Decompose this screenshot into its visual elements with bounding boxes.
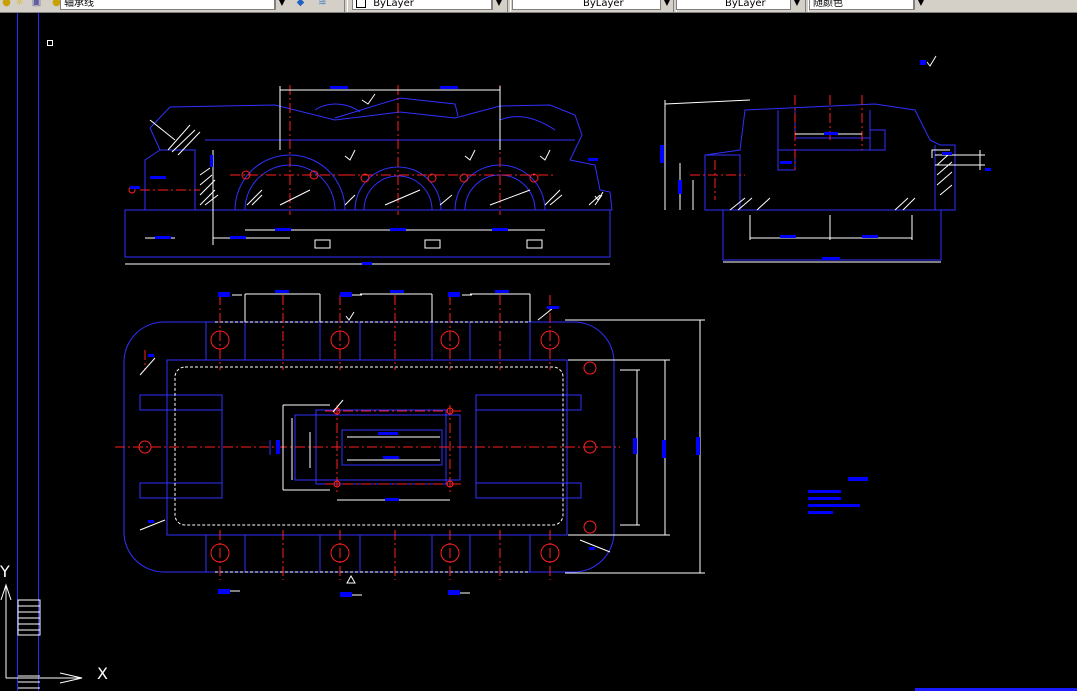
plotstyle-value: 随颜色: [813, 0, 843, 9]
side-view-dimensions: [664, 55, 985, 263]
color-value: ByLayer: [373, 0, 414, 9]
lineweight-select[interactable]: ByLayer: [676, 0, 791, 10]
ucs-x-label: X: [97, 664, 108, 683]
linetype-dropdown-arrow[interactable]: ▼: [660, 0, 673, 10]
linetype-value: ByLayer: [583, 0, 624, 9]
top-view-dimensions: [139, 293, 705, 596]
lightbulb-icon[interactable]: ●: [0, 0, 13, 9]
side-view-hatch: [729, 154, 953, 211]
front-view-hatch: [167, 124, 603, 206]
lock-icon[interactable]: ▣: [30, 0, 43, 9]
layer-icon[interactable]: ◆: [294, 0, 307, 9]
properties-toolbar: ● ☼ ▣ ● 轴承线 ▼ ◆ ≋ ByLayer ▼ ByLayer ▼ By…: [0, 0, 1077, 13]
drawing-canvas[interactable]: [0, 13, 1077, 691]
layer-select[interactable]: 轴承线: [60, 0, 275, 10]
lineweight-dropdown-arrow[interactable]: ▼: [790, 0, 803, 10]
technical-notes: [808, 477, 868, 514]
sun-icon[interactable]: ☼: [13, 0, 26, 9]
lineweight-value: ByLayer: [725, 0, 766, 9]
plotstyle-dropdown-arrow[interactable]: ▼: [914, 0, 927, 10]
color-swatch-icon: [356, 0, 366, 8]
layer-name: 轴承线: [64, 0, 94, 9]
front-view-centerlines: [140, 85, 555, 215]
color-select[interactable]: ByLayer: [352, 0, 492, 10]
linetype-select[interactable]: ByLayer: [512, 0, 662, 10]
layer-dropdown-arrow[interactable]: ▼: [275, 0, 288, 10]
layer-stack-icon[interactable]: ≋: [316, 0, 329, 9]
ucs-y-label: Y: [0, 562, 10, 581]
plotstyle-select[interactable]: 随颜色: [809, 0, 914, 10]
color-dropdown-arrow[interactable]: ▼: [492, 0, 505, 10]
side-view-centerlines: [690, 95, 863, 200]
ucs-icon: [0, 583, 83, 689]
top-view-dim-text: [148, 290, 700, 597]
